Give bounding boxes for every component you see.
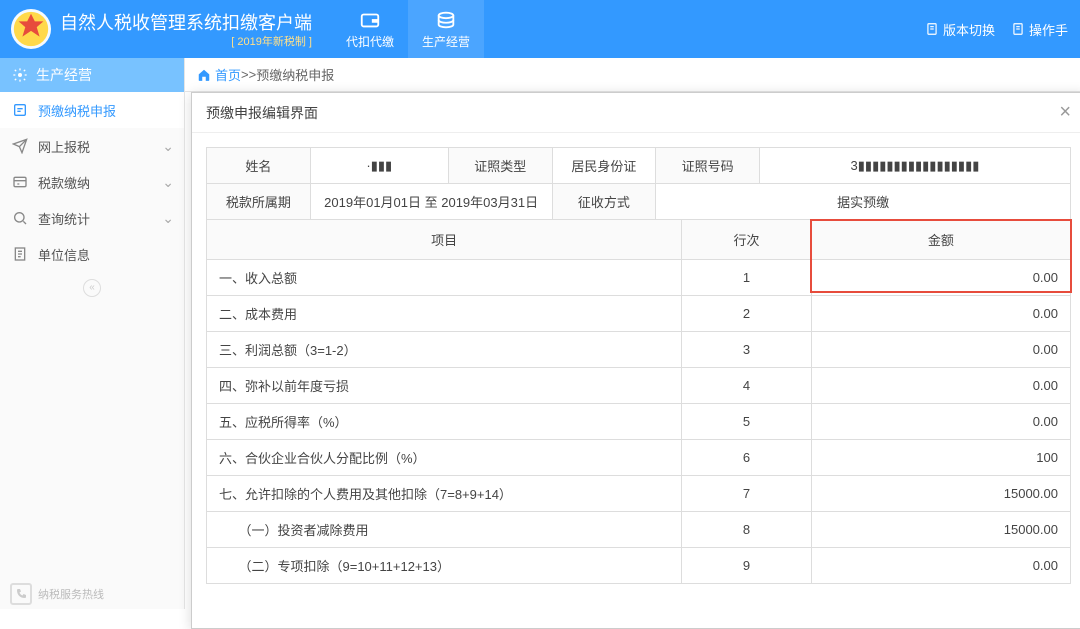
col-amount: 金额 <box>811 220 1070 260</box>
amount-cell[interactable]: 0.00 <box>811 260 1070 296</box>
card-icon <box>12 174 28 190</box>
col-item: 项目 <box>207 220 682 260</box>
footer-hotline: 纳税服务热线 <box>10 583 104 605</box>
sidebar-item-0[interactable]: 预缴纳税申报 <box>0 92 184 128</box>
chevron-left-icon: « <box>83 279 101 297</box>
form-icon <box>12 102 28 118</box>
sidebar-item-label: 单位信息 <box>38 245 90 264</box>
close-icon: × <box>1059 101 1071 123</box>
table-row: 五、应税所得率（%）50.00 <box>207 404 1071 440</box>
table-row: 一、收入总额10.00 <box>207 260 1071 296</box>
tab-label: 生产经营 <box>422 33 470 50</box>
amount-cell[interactable]: 0.00 <box>811 296 1070 332</box>
breadcrumb-home-link[interactable]: 首页 <box>197 65 241 84</box>
main-content: 首页 >> 预缴纳税申报 保险 0.00 预缴申报编辑界面 × 姓名 ·▮ <box>185 58 1080 609</box>
rownum-cell: 9 <box>682 548 812 584</box>
amount-cell[interactable]: 0.00 <box>811 404 1070 440</box>
wallet-icon <box>359 9 381 31</box>
sidebar-item-2[interactable]: 税款缴纳 ⌄ <box>0 164 184 200</box>
table-row: 六、合伙企业合伙人分配比例（%）6100 <box>207 440 1071 476</box>
sidebar-item-label: 预缴纳税申报 <box>38 101 116 120</box>
rownum-cell: 8 <box>682 512 812 548</box>
table-row: 七、允许扣除的个人费用及其他扣除（7=8+9+14）715000.00 <box>207 476 1071 512</box>
table-row: 四、弥补以前年度亏损40.00 <box>207 368 1071 404</box>
amount-cell[interactable]: 100 <box>811 440 1070 476</box>
breadcrumb: 首页 >> 预缴纳税申报 <box>185 58 1080 92</box>
item-cell: 五、应税所得率（%） <box>207 404 682 440</box>
version-switch-link[interactable]: 版本切换 <box>925 20 995 39</box>
item-cell: 三、利润总额（3=1-2） <box>207 332 682 368</box>
sidebar-item-label: 网上报税 <box>38 137 90 156</box>
cert-type-label: 证照类型 <box>448 148 552 184</box>
modal-close-button[interactable]: × <box>1059 101 1071 124</box>
amount-cell[interactable]: 0.00 <box>811 332 1070 368</box>
amount-cell[interactable]: 15000.00 <box>811 512 1070 548</box>
table-row: 三、利润总额（3=1-2）30.00 <box>207 332 1071 368</box>
tab-label: 代扣代缴 <box>346 33 394 50</box>
collect-label: 征收方式 <box>552 184 656 220</box>
rownum-cell: 3 <box>682 332 812 368</box>
name-value: ·▮▮▮ <box>310 148 448 184</box>
rownum-cell: 2 <box>682 296 812 332</box>
period-label: 税款所属期 <box>207 184 311 220</box>
chevron-down-icon: ⌄ <box>162 174 174 191</box>
modal-title: 预缴申报编辑界面 <box>206 103 318 123</box>
taxpayer-info-table: 姓名 ·▮▮▮ 证照类型 居民身份证 证照号码 3▮▮▮▮▮▮▮▮▮▮▮▮▮▮▮… <box>206 147 1071 220</box>
rownum-cell: 6 <box>682 440 812 476</box>
tab-production[interactable]: 生产经营 <box>408 0 484 58</box>
rownum-cell: 4 <box>682 368 812 404</box>
collect-value: 据实预缴 <box>656 184 1071 220</box>
app-logo-icon <box>10 8 52 50</box>
sidebar-header: 生产经营 <box>0 58 184 92</box>
table-row: 二、成本费用20.00 <box>207 296 1071 332</box>
cert-no-value: 3▮▮▮▮▮▮▮▮▮▮▮▮▮▮▮▮▮ <box>759 148 1070 184</box>
table-row: （一）投资者减除费用815000.00 <box>207 512 1071 548</box>
item-cell: （一）投资者减除费用 <box>207 512 682 548</box>
sidebar-item-3[interactable]: 查询统计 ⌄ <box>0 200 184 236</box>
doc-icon <box>1011 22 1025 36</box>
rownum-cell: 7 <box>682 476 812 512</box>
period-value: 2019年01月01日 至 2019年03月31日 <box>310 184 552 220</box>
gear-icon <box>12 67 28 83</box>
col-row: 行次 <box>682 220 812 260</box>
tab-withholding[interactable]: 代扣代缴 <box>332 0 408 58</box>
search-icon <box>12 210 28 226</box>
amount-cell[interactable]: 0.00 <box>811 368 1070 404</box>
manual-link[interactable]: 操作手 <box>1011 20 1068 39</box>
sidebar-item-4[interactable]: 单位信息 <box>0 236 184 272</box>
sidebar-item-1[interactable]: 网上报税 ⌄ <box>0 128 184 164</box>
app-header: 自然人税收管理系统扣缴客户端 [ 2019年新税制 ] 代扣代缴 生产经营 版本… <box>0 0 1080 58</box>
list-icon <box>12 246 28 262</box>
home-icon <box>197 68 211 82</box>
sidebar: 生产经营 预缴纳税申报网上报税 ⌄ 税款缴纳 ⌄ 查询统计 ⌄ 单位信息 « 纳税服务热线 <box>0 58 185 609</box>
item-cell: 七、允许扣除的个人费用及其他扣除（7=8+9+14） <box>207 476 682 512</box>
edit-modal: 预缴申报编辑界面 × 姓名 ·▮▮▮ 证照类型 居民身份证 证照号码 3▮▮▮▮… <box>191 92 1080 629</box>
item-cell: 一、收入总额 <box>207 260 682 296</box>
app-title: 自然人税收管理系统扣缴客户端 <box>60 9 312 35</box>
sidebar-collapse-button[interactable]: « <box>0 272 184 303</box>
amount-cell[interactable]: 0.00 <box>811 548 1070 584</box>
item-cell: 二、成本费用 <box>207 296 682 332</box>
doc-icon <box>925 22 939 36</box>
rownum-cell: 5 <box>682 404 812 440</box>
item-cell: （二）专项扣除（9=10+11+12+13） <box>207 548 682 584</box>
amount-cell[interactable]: 15000.00 <box>811 476 1070 512</box>
table-row: （二）专项扣除（9=10+11+12+13）90.00 <box>207 548 1071 584</box>
cert-type-value: 居民身份证 <box>552 148 656 184</box>
send-icon <box>12 138 28 154</box>
sidebar-item-label: 税款缴纳 <box>38 173 90 192</box>
sidebar-item-label: 查询统计 <box>38 209 90 228</box>
chevron-down-icon: ⌄ <box>162 210 174 227</box>
rownum-cell: 1 <box>682 260 812 296</box>
coins-icon <box>435 9 457 31</box>
app-subtitle: [ 2019年新税制 ] <box>60 33 312 49</box>
item-cell: 六、合伙企业合伙人分配比例（%） <box>207 440 682 476</box>
name-label: 姓名 <box>207 148 311 184</box>
breadcrumb-current: 预缴纳税申报 <box>256 65 334 84</box>
chevron-down-icon: ⌄ <box>162 138 174 155</box>
phone-icon <box>10 583 32 605</box>
cert-no-label: 证照号码 <box>656 148 760 184</box>
declaration-table: 项目 行次 金额 一、收入总额10.00二、成本费用20.00三、利润总额（3=… <box>206 219 1071 584</box>
item-cell: 四、弥补以前年度亏损 <box>207 368 682 404</box>
